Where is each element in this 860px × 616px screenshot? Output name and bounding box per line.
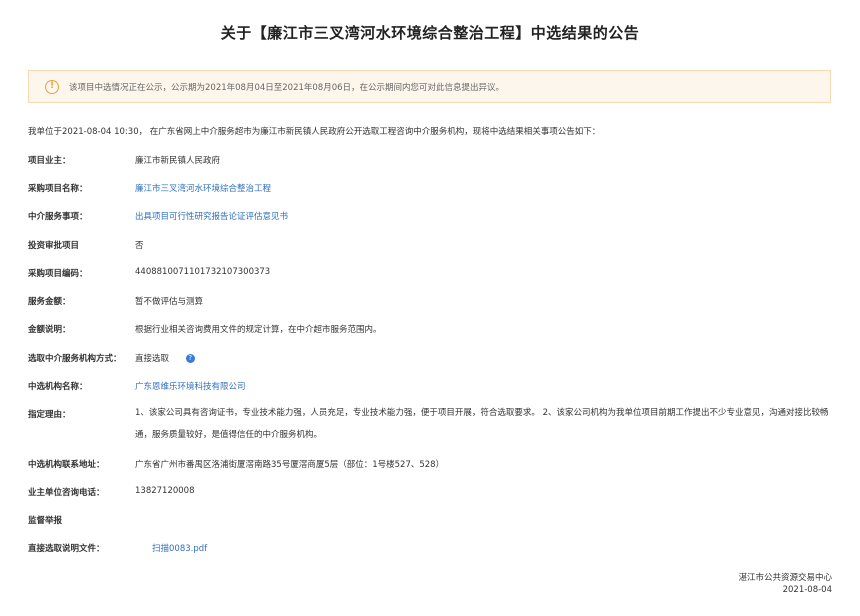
selection-method-value: 直接选取 ?	[135, 352, 835, 364]
field-label: 中选机构名称：	[28, 382, 88, 392]
footer: 湛江市公共资源交易中心 2021-08-04	[738, 572, 832, 596]
field-label: 监督举报	[28, 516, 63, 526]
field-label: 业主单位咨询电话：	[28, 488, 105, 498]
field-value: 暂不做评估与测算	[135, 297, 204, 307]
field-value: 广东省广州市番禺区洛浦街厦滘南路35号厦滘商厦5层（部位：1号楼527、528）	[135, 460, 445, 470]
field-label: 中介服务事项：	[28, 212, 88, 222]
field-label: 服务金额：	[28, 297, 71, 307]
field-value: 根据行业相关咨询费用文件的规定计算，在中介超市服务范围内。	[135, 325, 382, 335]
footer-org: 湛江市公共资源交易中心	[738, 573, 832, 583]
exclamation-circle-icon: !	[45, 79, 59, 94]
field-label: 采购项目名称：	[28, 184, 88, 194]
page-title: 关于【廉江市三叉湾河水环境综合整治工程】中选结果的公告	[220, 24, 640, 42]
publicity-notice-banner: ! 该项目中选情况正在公示，公示期为2021年08月04日至2021年08月06…	[28, 70, 831, 103]
field-label: 中选机构联系地址：	[28, 460, 105, 470]
project-name-link[interactable]: 廉江市三叉湾河水环境综合整治工程	[135, 182, 835, 194]
field-value: 440881007110173210730037​3	[135, 267, 271, 277]
notice-text: 该项目中选情况正在公示，公示期为2021年08月04日至2021年08月06日，…	[69, 82, 505, 93]
attachment-file-link[interactable]: 扫描0083.pdf	[152, 542, 207, 554]
field-label: 采购项目编码：	[28, 269, 88, 279]
announcement-page: 关于【廉江市三叉湾河水环境综合整治工程】中选结果的公告 ! 该项目中选情况正在公…	[0, 0, 860, 616]
field-value: 1、该家公司具有咨询证书，专业技术能力强，人员充足，专业技术能力强，便于项目开展…	[135, 408, 829, 440]
field-label: 投资审批项目	[28, 241, 80, 251]
field-value: 13827120008	[135, 486, 195, 496]
footer-date: 2021-08-04	[782, 585, 832, 595]
question-help-icon[interactable]: ?	[185, 354, 195, 363]
field-label: 项目业主：	[28, 156, 71, 166]
field-label: 直接选取说明文件：	[28, 544, 105, 554]
winner-link[interactable]: 广东恩维乐环境科技有限公司	[135, 380, 835, 392]
field-label: 指定理由：	[28, 410, 71, 420]
service-item-link[interactable]: 出具项目可行性研究报告论证评估意见书	[135, 210, 835, 222]
field-value: 廉江市新民镇人民政府	[135, 156, 221, 166]
field-value: 否	[135, 241, 144, 251]
field-value: 直接选取	[135, 354, 170, 364]
field-label: 金额说明：	[28, 325, 71, 335]
intro-text: 我单位于2021-08-04 10:30， 在广东省网上中介服务超市为廉江市新民…	[28, 127, 601, 137]
field-label: 选取中介服务机构方式：	[28, 354, 122, 364]
